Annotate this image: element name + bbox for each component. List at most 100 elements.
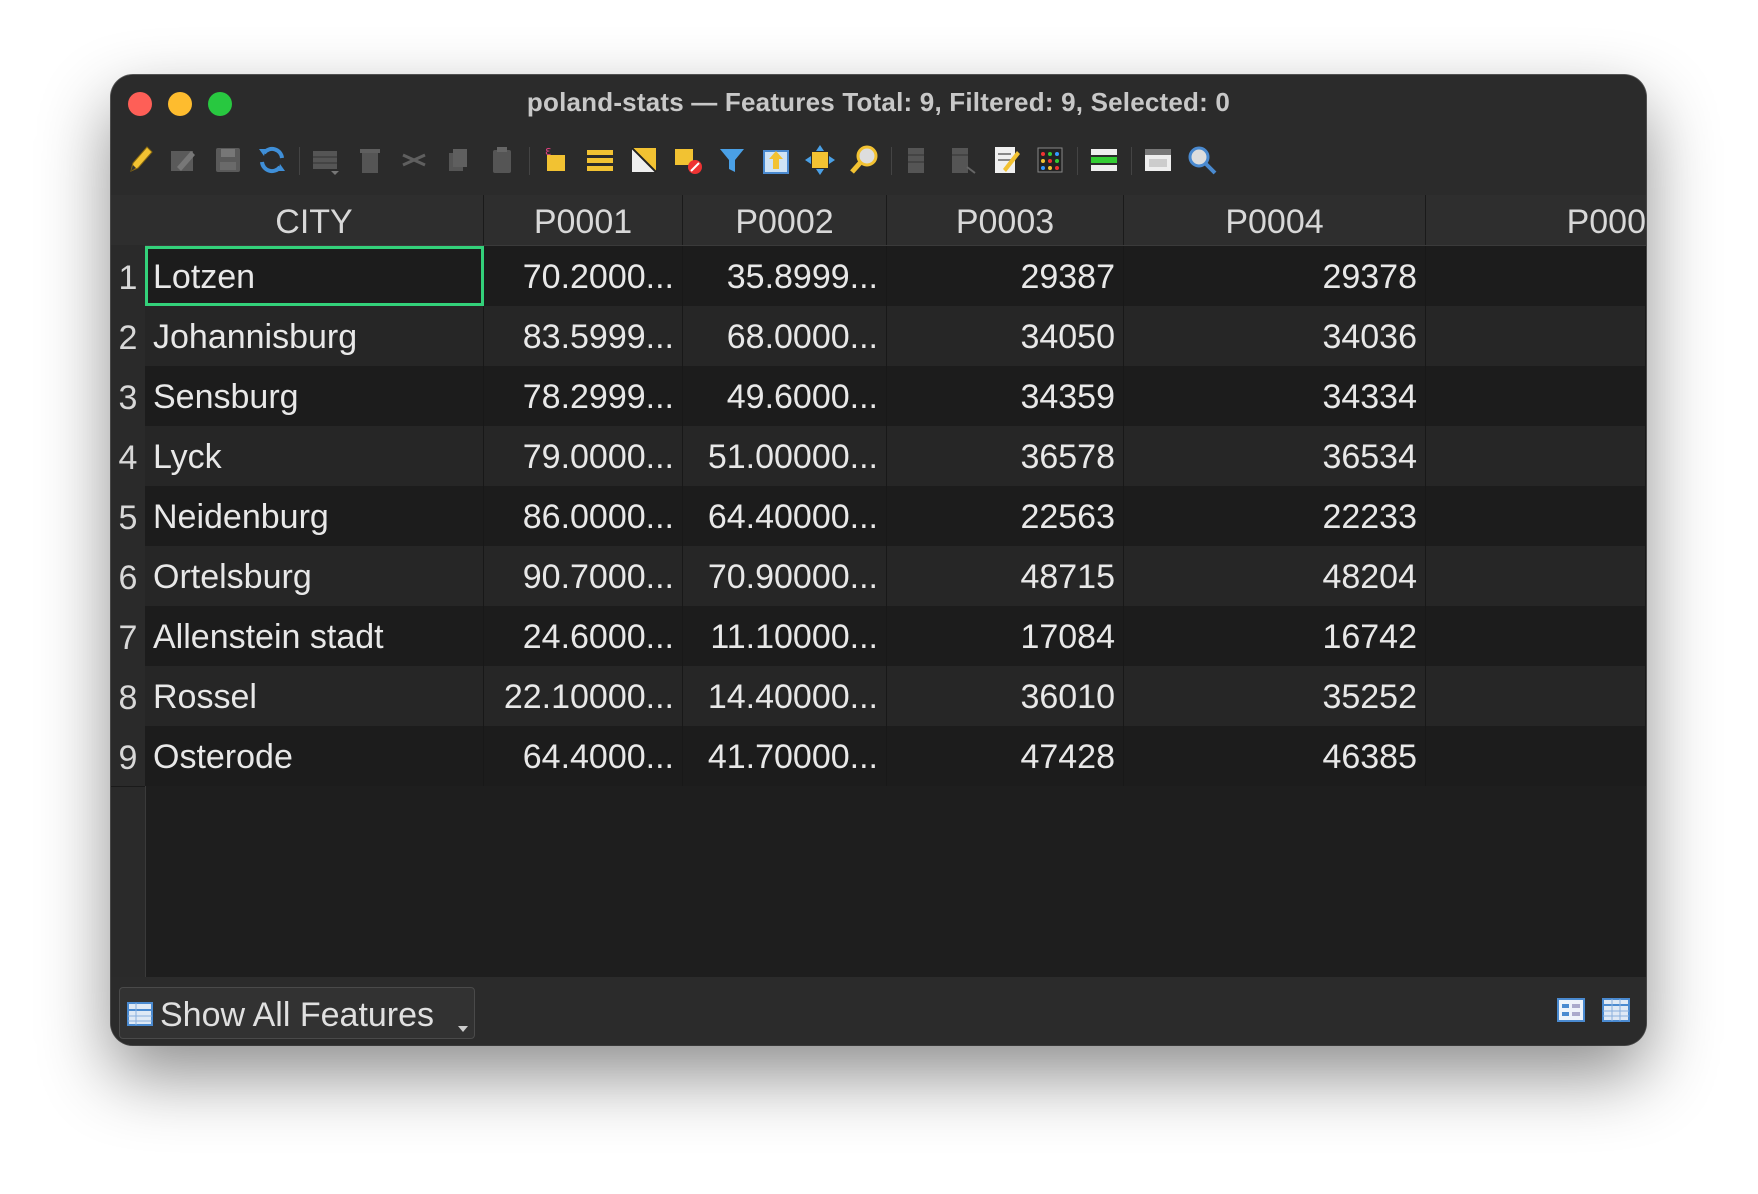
row-number[interactable]: 4 — [111, 426, 145, 487]
actions-icon[interactable] — [1087, 143, 1121, 177]
cell-p0004[interactable]: 48204 — [1124, 546, 1426, 606]
cell-p0002[interactable]: 14.40000... — [683, 666, 887, 726]
cell-p0002[interactable]: 35.8999... — [683, 246, 887, 306]
cell-p0003[interactable]: 17084 — [887, 606, 1124, 666]
toggle-editing-icon[interactable] — [123, 143, 157, 177]
cell-p0004[interactable]: 46385 — [1124, 726, 1426, 786]
cell-p0004[interactable]: 34334 — [1124, 366, 1426, 426]
cell-city[interactable]: Sensburg — [145, 366, 484, 426]
table-row[interactable]: 8 Rossel 22.10000... 14.40000... 36010 35252 — [111, 666, 1646, 727]
zoom-to-selection-icon[interactable] — [847, 143, 881, 177]
cut-icon[interactable] — [397, 143, 431, 177]
conditional-formatting-icon[interactable] — [1033, 143, 1067, 177]
delete-feature-icon[interactable] — [353, 143, 387, 177]
row-number[interactable]: 7 — [111, 606, 145, 667]
multi-edit-icon[interactable] — [167, 143, 201, 177]
cell-p0004[interactable]: 29378 — [1124, 246, 1426, 306]
table-view-icon[interactable] — [1601, 995, 1631, 1025]
column-header-p0002[interactable]: P0002 — [683, 195, 887, 245]
column-header-p0003[interactable]: P0003 — [887, 195, 1124, 245]
cell-city[interactable]: Allenstein stadt — [145, 606, 484, 666]
cell-p0004[interactable]: 34036 — [1124, 306, 1426, 366]
cell-p0001[interactable]: 64.4000... — [484, 726, 683, 786]
cell-p0001[interactable]: 90.7000... — [484, 546, 683, 606]
row-number[interactable]: 3 — [111, 366, 145, 427]
row-number[interactable]: 5 — [111, 486, 145, 547]
select-all-icon[interactable] — [583, 143, 617, 177]
deselect-all-icon[interactable] — [671, 143, 705, 177]
column-header-p0001[interactable]: P0001 — [484, 195, 683, 245]
table-row[interactable]: 3 Sensburg 78.2999... 49.6000... 34359 34334 — [111, 366, 1646, 427]
cell-p0005[interactable] — [1426, 486, 1646, 546]
table-row[interactable]: 6 Ortelsburg 90.7000... 70.90000... 48715 482… — [111, 546, 1646, 607]
dock-table-icon[interactable] — [1141, 143, 1175, 177]
row-number[interactable]: 8 — [111, 666, 145, 727]
cell-p0004[interactable]: 22233 — [1124, 486, 1426, 546]
delete-field-icon[interactable] — [945, 143, 979, 177]
filter-select-icon[interactable] — [715, 143, 749, 177]
cell-p0005[interactable] — [1426, 246, 1646, 306]
cell-p0002[interactable]: 49.6000... — [683, 366, 887, 426]
cell-p0002[interactable]: 51.00000... — [683, 426, 887, 486]
table-row[interactable]: 9 Osterode 64.4000... 41.70000... 47428 46385 — [111, 726, 1646, 787]
cell-p0005[interactable] — [1426, 366, 1646, 426]
cell-p0002[interactable]: 41.70000... — [683, 726, 887, 786]
row-number[interactable]: 9 — [111, 726, 145, 787]
pan-to-selection-icon[interactable] — [803, 143, 837, 177]
cell-p0001[interactable]: 83.5999... — [484, 306, 683, 366]
cell-p0004[interactable]: 36534 — [1124, 426, 1426, 486]
cell-p0001[interactable]: 70.2000... — [484, 246, 683, 306]
table-row[interactable]: 5 Neidenburg 86.0000... 64.40000... 22563 222… — [111, 486, 1646, 547]
save-edits-icon[interactable] — [211, 143, 245, 177]
column-header-city[interactable]: CITY — [145, 195, 484, 245]
row-number[interactable]: 2 — [111, 306, 145, 367]
cell-p0003[interactable]: 36578 — [887, 426, 1124, 486]
column-header-p0005[interactable]: P000 — [1426, 195, 1646, 245]
cell-p0003[interactable]: 34359 — [887, 366, 1124, 426]
cell-p0003[interactable]: 48715 — [887, 546, 1124, 606]
cell-p0003[interactable]: 34050 — [887, 306, 1124, 366]
copy-icon[interactable] — [441, 143, 475, 177]
cell-p0001[interactable]: 24.6000... — [484, 606, 683, 666]
cell-p0003[interactable]: 47428 — [887, 726, 1124, 786]
row-number[interactable]: 6 — [111, 546, 145, 607]
cell-p0002[interactable]: 68.0000... — [683, 306, 887, 366]
cell-p0001[interactable]: 78.2999... — [484, 366, 683, 426]
cell-p0003[interactable]: 22563 — [887, 486, 1124, 546]
cell-city[interactable]: Osterode — [145, 726, 484, 786]
row-number[interactable]: 1 — [111, 246, 145, 307]
table-row[interactable]: 2 Johannisburg 83.5999... 68.0000... 34050 34… — [111, 306, 1646, 367]
cell-city[interactable]: Johannisburg — [145, 306, 484, 366]
table-row[interactable]: 4 Lyck 79.0000... 51.00000... 36578 36534 — [111, 426, 1646, 487]
cell-city-selected[interactable]: Lotzen — [145, 246, 484, 306]
paste-icon[interactable] — [485, 143, 519, 177]
cell-p0001[interactable]: 79.0000... — [484, 426, 683, 486]
cell-p0005[interactable] — [1426, 426, 1646, 486]
cell-p0005[interactable] — [1426, 726, 1646, 786]
cell-city[interactable]: Rossel — [145, 666, 484, 726]
cell-p0004[interactable]: 35252 — [1124, 666, 1426, 726]
cell-p0003[interactable]: 29387 — [887, 246, 1124, 306]
title-bar[interactable]: poland-stats — Features Total: 9, Filter… — [111, 75, 1646, 127]
cell-p0005[interactable] — [1426, 306, 1646, 366]
search-icon[interactable] — [1185, 143, 1219, 177]
cell-p0005[interactable] — [1426, 606, 1646, 666]
show-features-dropdown[interactable]: Show All Features — [119, 987, 475, 1039]
cell-p0002[interactable]: 64.40000... — [683, 486, 887, 546]
cell-city[interactable]: Ortelsburg — [145, 546, 484, 606]
add-feature-icon[interactable] — [309, 143, 343, 177]
reload-icon[interactable] — [255, 143, 289, 177]
cell-city[interactable]: Lyck — [145, 426, 484, 486]
move-selection-top-icon[interactable] — [759, 143, 793, 177]
table-row[interactable]: 7 Allenstein stadt 24.6000... 11.10000... 17… — [111, 606, 1646, 667]
cell-p0005[interactable] — [1426, 666, 1646, 726]
cell-p0003[interactable]: 36010 — [887, 666, 1124, 726]
cell-p0004[interactable]: 16742 — [1124, 606, 1426, 666]
select-by-expression-icon[interactable]: ε — [539, 143, 573, 177]
new-field-icon[interactable] — [901, 143, 935, 177]
form-view-icon[interactable] — [1556, 995, 1586, 1025]
cell-p0002[interactable]: 70.90000... — [683, 546, 887, 606]
cell-p0002[interactable]: 11.10000... — [683, 606, 887, 666]
cell-city[interactable]: Neidenburg — [145, 486, 484, 546]
cell-p0005[interactable] — [1426, 546, 1646, 606]
